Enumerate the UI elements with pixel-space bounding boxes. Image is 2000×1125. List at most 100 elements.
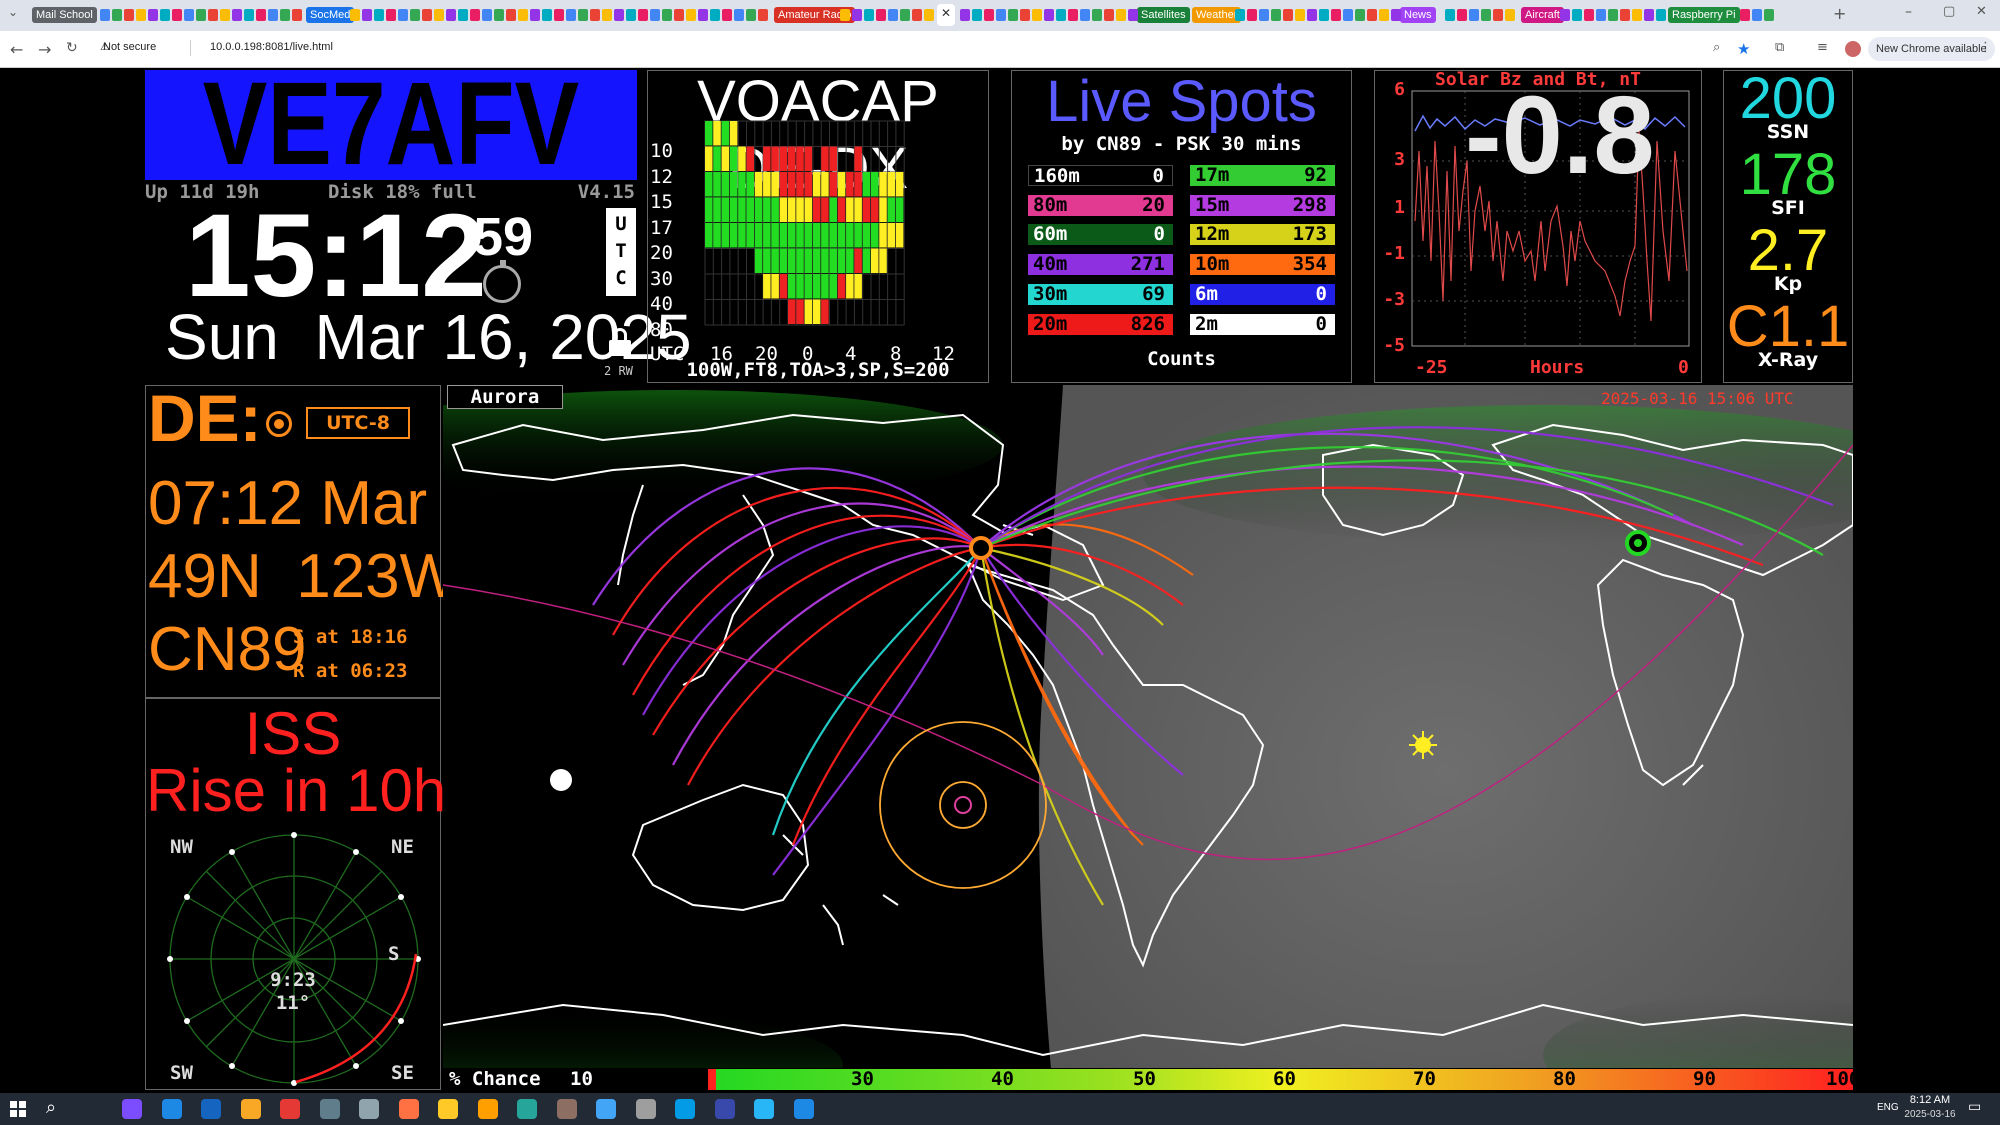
taskbar-app-icon[interactable]	[477, 1099, 498, 1119]
de-panel[interactable]: DE: UTC-8 07:12 Mar 16 49N 123W CN89 S a…	[145, 381, 513, 698]
tab-favicon-icon[interactable]	[1032, 9, 1042, 21]
spot-band-12m[interactable]: 12m 173	[1190, 224, 1335, 246]
lock-icon[interactable]	[607, 328, 633, 356]
spot-band-80m[interactable]: 80m 20	[1028, 194, 1173, 216]
bookmark-folder[interactable]: Satellites	[1137, 7, 1190, 23]
taskbar-app-icon[interactable]	[675, 1099, 695, 1119]
close-tab-icon[interactable]: ✕	[941, 6, 951, 20]
spot-band-15m[interactable]: 15m 298	[1190, 194, 1335, 216]
bookmark-folder[interactable]: News	[1400, 7, 1436, 23]
bookmark-folder[interactable]: Raspberry Pi	[1668, 7, 1740, 23]
tab-favicon-icon[interactable]	[280, 9, 290, 21]
spot-band-20m[interactable]: 20m 826	[1028, 313, 1173, 335]
tab-favicon-icon[interactable]	[614, 9, 624, 21]
tab-favicon-icon[interactable]	[746, 9, 756, 21]
tab-favicon-icon[interactable]	[518, 9, 528, 21]
tab-favicon-icon[interactable]	[1068, 9, 1078, 21]
tab-favicon-icon[interactable]	[136, 9, 146, 21]
tab-favicon-icon[interactable]	[1271, 9, 1281, 21]
spot-band-17m[interactable]: 17m 92	[1190, 165, 1335, 186]
utc-badge[interactable]: U T C	[606, 208, 636, 296]
windows-start-icon[interactable]	[10, 1101, 26, 1117]
tab-favicon-icon[interactable]	[1379, 9, 1389, 21]
media-icon[interactable]: ≡	[1817, 40, 1828, 55]
tab-favicon-icon[interactable]	[1367, 9, 1377, 21]
tab-favicon-icon[interactable]	[410, 9, 420, 21]
tab-favicon-icon[interactable]	[446, 9, 456, 21]
tab-favicon-icon[interactable]	[1343, 9, 1353, 21]
tab-favicon-icon[interactable]	[912, 9, 922, 21]
tab-favicon-icon[interactable]	[256, 9, 266, 21]
spot-band-10m[interactable]: 10m 354	[1190, 254, 1335, 276]
tab-favicon-icon[interactable]	[734, 9, 744, 21]
tab-favicon-icon[interactable]	[350, 9, 360, 21]
tab-favicon-icon[interactable]	[494, 9, 504, 21]
tab-favicon-icon[interactable]	[554, 9, 564, 21]
tab-favicon-icon[interactable]	[196, 9, 206, 21]
tab-favicon-icon[interactable]	[374, 9, 384, 21]
tab-favicon-icon[interactable]	[292, 9, 302, 21]
new-chrome-available-button[interactable]: New Chrome available	[1868, 37, 1995, 61]
tab-favicon-icon[interactable]	[590, 9, 600, 21]
tab-favicon-icon[interactable]	[876, 9, 886, 21]
iss-panel[interactable]: ISS Rise in 10h06 NW NE SW SE S 9:23 11°	[145, 698, 513, 1090]
tab-favicon-icon[interactable]	[148, 9, 158, 21]
taskbar-app-icon[interactable]	[280, 1099, 300, 1119]
tab-favicon-icon[interactable]	[184, 9, 194, 21]
tab-favicon-icon[interactable]	[638, 9, 648, 21]
tab-favicon-icon[interactable]	[1319, 9, 1329, 21]
minimize-button[interactable]: –	[1905, 4, 1912, 20]
tab-favicon-icon[interactable]	[208, 9, 218, 21]
tab-favicon-icon[interactable]	[1656, 9, 1666, 21]
taskbar-app-icon[interactable]	[596, 1099, 616, 1119]
forward-icon[interactable]: →	[38, 40, 51, 59]
menu-icon[interactable]: ⋮	[1979, 40, 1992, 55]
tab-favicon-icon[interactable]	[1596, 9, 1606, 21]
url-input[interactable]: 10.0.0.198:8081/live.html	[210, 41, 333, 53]
tab-favicon-icon[interactable]	[1247, 9, 1257, 21]
tab-favicon-icon[interactable]	[1331, 9, 1341, 21]
reload-icon[interactable]: ↻	[66, 40, 78, 56]
timezone-button[interactable]: UTC-8	[306, 407, 410, 439]
taskbar-app-icon[interactable]	[398, 1099, 419, 1119]
tab-favicon-icon[interactable]	[1044, 9, 1054, 21]
tab-favicon-icon[interactable]	[1481, 9, 1491, 21]
map-style-button[interactable]: Aurora	[447, 385, 563, 409]
tab-favicon-icon[interactable]	[386, 9, 396, 21]
profile-avatar[interactable]	[1845, 41, 1861, 57]
tab-favicon-icon[interactable]	[1295, 9, 1305, 21]
tab-favicon-icon[interactable]	[864, 9, 874, 21]
tab-favicon-icon[interactable]	[506, 9, 516, 21]
taskbar-app-icon[interactable]	[635, 1099, 656, 1119]
taskbar-app-icon[interactable]	[793, 1099, 814, 1119]
bookmark-folder[interactable]: Aircraft	[1521, 7, 1564, 23]
live-spots-panel[interactable]: Live Spots by CN89 - PSK 30 mins 160m 0 17…	[1011, 69, 1352, 383]
tab-favicon-icon[interactable]	[124, 9, 134, 21]
spot-band-40m[interactable]: 40m 271	[1028, 254, 1173, 276]
not-secure-label[interactable]: Not secure	[103, 41, 156, 53]
spot-band-30m[interactable]: 30m 69	[1028, 283, 1173, 305]
tab-favicon-icon[interactable]	[1128, 9, 1138, 21]
tab-favicon-icon[interactable]	[674, 9, 684, 21]
tab-favicon-icon[interactable]	[398, 9, 408, 21]
tab-favicon-icon[interactable]	[888, 9, 898, 21]
tab-favicon-icon[interactable]	[1259, 9, 1269, 21]
tab-favicon-icon[interactable]	[1560, 9, 1570, 21]
voacap-panel[interactable]: VOACAP DE-DX 10 12 15 17 20 30 40 80 UTC 16 20 0 4 8…	[647, 69, 989, 383]
tab-favicon-icon[interactable]	[172, 9, 182, 21]
new-tab-button[interactable]: +	[1833, 4, 1846, 23]
tab-favicon-icon[interactable]	[900, 9, 910, 21]
clock-time[interactable]: 8:12 AM	[1900, 1094, 1960, 1106]
tab-favicon-icon[interactable]	[100, 9, 110, 21]
tab-favicon-icon[interactable]	[434, 9, 444, 21]
clock-panel[interactable]: 15:12 59 Sun Mar 16, 2025	[145, 196, 692, 380]
tab-favicon-icon[interactable]	[996, 9, 1006, 21]
spot-band-60m[interactable]: 60m 0	[1028, 224, 1173, 246]
tab-favicon-icon[interactable]	[458, 9, 468, 21]
tab-favicon-icon[interactable]	[1644, 9, 1654, 21]
taskbar-app-icon[interactable]	[754, 1099, 774, 1119]
tab-favicon-icon[interactable]	[1752, 9, 1762, 21]
bookmark-star-icon[interactable]: ★	[1737, 40, 1750, 58]
zoom-icon[interactable]: ⌕	[1713, 40, 1720, 55]
tab-favicon-icon[interactable]	[710, 9, 720, 21]
